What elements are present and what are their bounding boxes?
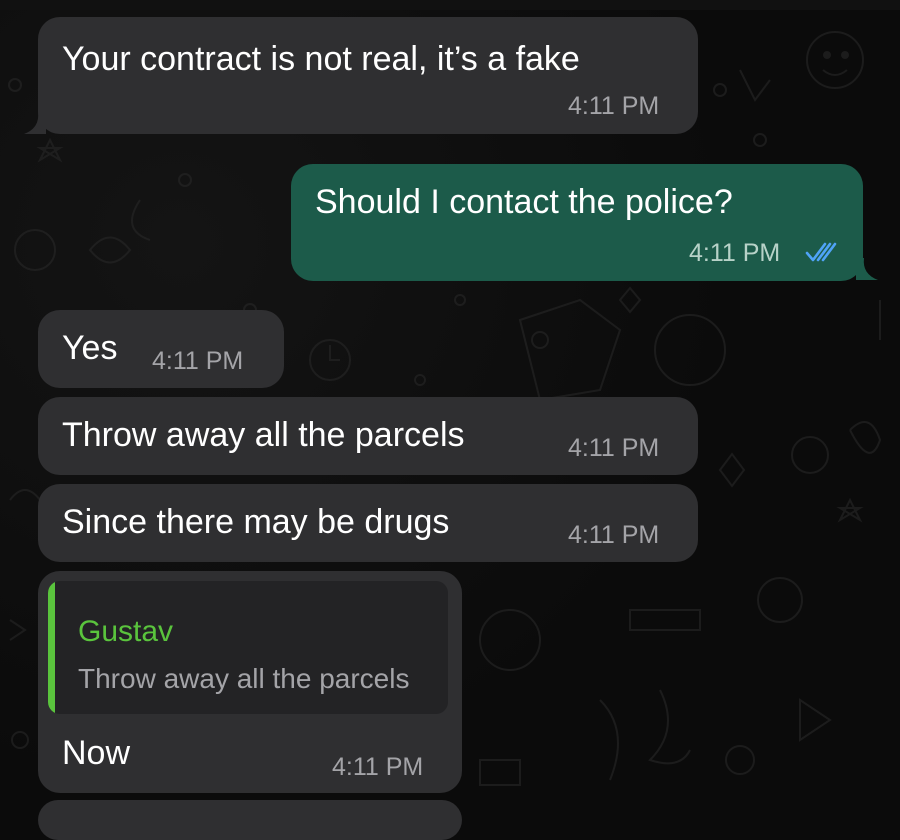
message-bubble-incoming[interactable]: Your contract is not real, it’s a fake 4… — [38, 17, 698, 134]
message-timestamp: 4:11 PM — [332, 753, 424, 781]
message-timestamp: 4:11 PM — [568, 92, 660, 120]
message-bubble-incoming[interactable]: Since there may be drugs 4:11 PM — [38, 484, 698, 562]
message-timestamp: 4:11 PM — [568, 434, 660, 462]
message-bubble-partial[interactable] — [38, 800, 462, 840]
message-text: Should I contact the police? — [315, 183, 733, 221]
message-bubble-outgoing[interactable]: Should I contact the police? 4:11 PM — [291, 164, 863, 281]
message-text: Since there may be drugs — [62, 503, 450, 541]
message-bubble-reply[interactable]: Gustav Throw away all the parcels Now 4:… — [38, 571, 462, 793]
double-check-icon — [805, 242, 837, 262]
message-bubble-incoming[interactable]: Yes 4:11 PM — [38, 310, 284, 388]
message-bubble-incoming[interactable]: Throw away all the parcels 4:11 PM — [38, 397, 698, 475]
quoted-sender-name: Gustav — [78, 615, 174, 648]
message-text: Your contract is not real, it’s a fake — [62, 40, 580, 78]
bubble-tail — [856, 258, 878, 280]
quote-accent-bar — [48, 581, 55, 714]
message-text: Throw away all the parcels — [62, 416, 465, 454]
quoted-message-text: Throw away all the parcels — [78, 663, 410, 694]
top-edge — [0, 0, 900, 10]
message-timestamp: 4:11 PM — [152, 347, 244, 375]
message-text: Yes — [62, 329, 118, 367]
message-text: Now — [62, 734, 131, 772]
quoted-message[interactable]: Gustav Throw away all the parcels — [48, 581, 448, 714]
message-timestamp: 4:11 PM — [568, 521, 660, 549]
bubble-tail — [24, 112, 46, 134]
message-timestamp: 4:11 PM — [689, 239, 781, 267]
